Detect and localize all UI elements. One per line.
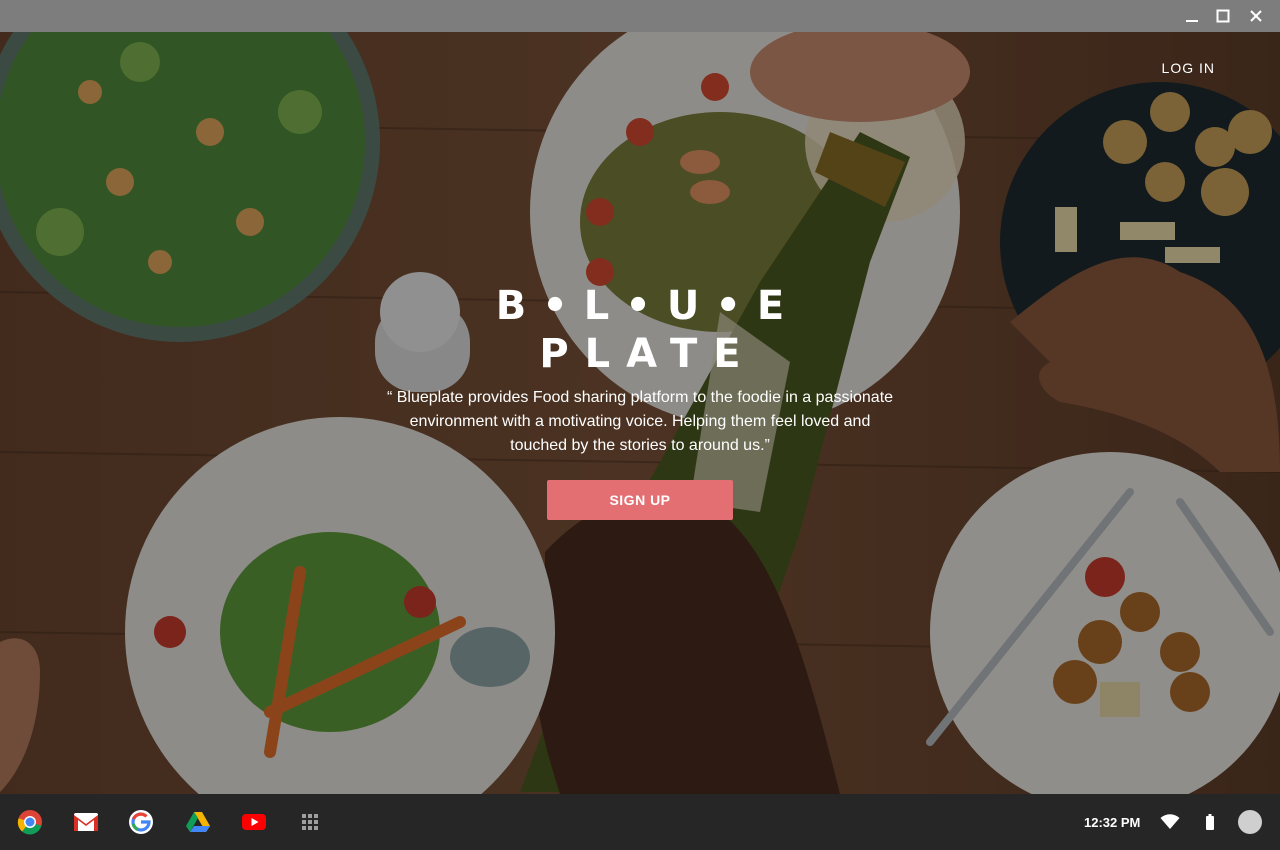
chrome-icon bbox=[17, 810, 42, 835]
minimize-icon bbox=[1186, 20, 1198, 22]
window-titlebar bbox=[0, 0, 1280, 32]
wifi-status[interactable] bbox=[1160, 810, 1180, 834]
brand-logo-line1: B•L•U•E bbox=[495, 283, 801, 329]
drive-icon bbox=[186, 812, 210, 832]
os-shelf: 12:32 PM bbox=[0, 794, 1280, 850]
gmail-icon bbox=[74, 813, 98, 831]
maximize-icon bbox=[1216, 9, 1230, 23]
shelf-app-youtube[interactable] bbox=[240, 808, 268, 836]
shelf-app-chrome[interactable] bbox=[16, 808, 44, 836]
battery-status[interactable] bbox=[1204, 810, 1216, 834]
app-launcher-button[interactable] bbox=[296, 808, 324, 836]
youtube-icon bbox=[242, 814, 266, 830]
hero-section: B•L•U•E PLATE “ Blueplate provides Food … bbox=[0, 282, 1280, 520]
app-viewport: LOG IN B•L•U•E PLATE “ Blueplate provide… bbox=[0, 32, 1280, 794]
system-clock[interactable]: 12:32 PM bbox=[1084, 815, 1140, 830]
minimize-button[interactable] bbox=[1181, 6, 1203, 26]
maximize-button[interactable] bbox=[1212, 6, 1234, 26]
launcher-icon bbox=[302, 814, 318, 830]
login-link[interactable]: LOG IN bbox=[1162, 60, 1215, 76]
signup-button[interactable]: SIGN UP bbox=[547, 480, 733, 520]
brand-logo-line2: PLATE bbox=[539, 331, 757, 377]
google-icon bbox=[129, 810, 153, 834]
shelf-app-google[interactable] bbox=[127, 808, 155, 836]
brand-tagline: “ Blueplate provides Food sharing platfo… bbox=[386, 389, 894, 454]
battery-icon bbox=[1206, 814, 1214, 830]
wifi-icon bbox=[1160, 814, 1180, 829]
avatar[interactable] bbox=[1238, 810, 1262, 834]
close-button[interactable] bbox=[1245, 6, 1267, 26]
close-icon bbox=[1250, 10, 1262, 22]
shelf-app-gmail[interactable] bbox=[72, 808, 100, 836]
shelf-app-drive[interactable] bbox=[184, 808, 212, 836]
